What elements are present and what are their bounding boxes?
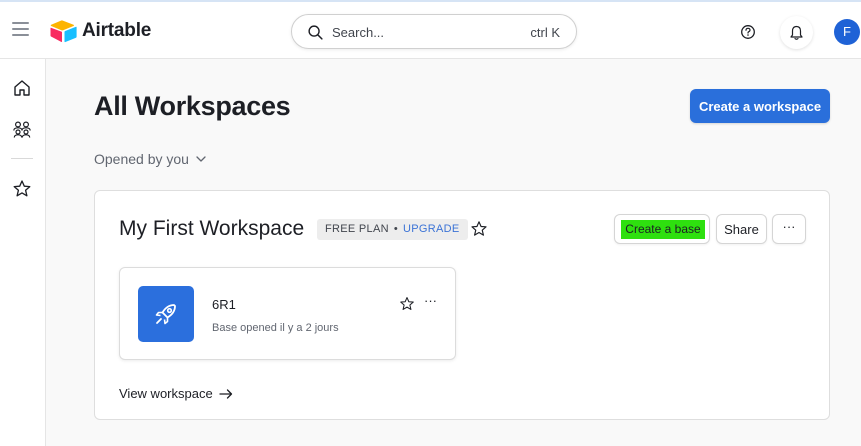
base-star-icon[interactable] bbox=[399, 296, 415, 317]
search-placeholder: Search... bbox=[332, 25, 385, 40]
base-last-opened: Base opened il y a 2 jours bbox=[212, 322, 339, 334]
search-icon bbox=[308, 25, 323, 40]
help-icon bbox=[741, 25, 755, 39]
view-workspace-link[interactable]: View workspace bbox=[119, 386, 233, 401]
base-card[interactable]: 6R1 Base opened il y a 2 jours ··· bbox=[119, 267, 456, 360]
workspace-name[interactable]: My First Workspace bbox=[119, 217, 304, 241]
create-base-button[interactable]: Create a base bbox=[614, 214, 710, 244]
sort-filter-label: Opened by you bbox=[94, 151, 189, 167]
rocket-icon bbox=[155, 304, 176, 325]
base-more-button[interactable]: ··· bbox=[424, 293, 437, 308]
create-workspace-button[interactable]: Create a workspace bbox=[690, 89, 830, 123]
chevron-down-icon bbox=[196, 156, 206, 162]
search-input[interactable]: Search... ctrl K bbox=[291, 14, 577, 49]
share-button[interactable]: Share bbox=[716, 214, 767, 244]
home-icon[interactable] bbox=[12, 78, 32, 98]
view-workspace-label: View workspace bbox=[119, 386, 213, 401]
star-icon[interactable] bbox=[12, 179, 32, 199]
plan-separator: • bbox=[393, 223, 398, 235]
plan-label: FREE PLAN bbox=[325, 223, 389, 235]
help-button[interactable] bbox=[737, 21, 759, 43]
create-base-label: Create a base bbox=[621, 220, 705, 239]
upgrade-link[interactable]: UPGRADE bbox=[403, 223, 460, 235]
base-name: 6R1 bbox=[212, 297, 236, 312]
sort-filter-dropdown[interactable]: Opened by you bbox=[94, 151, 206, 167]
menu-icon[interactable] bbox=[12, 22, 29, 36]
sidebar bbox=[0, 59, 46, 446]
notifications-button[interactable] bbox=[780, 16, 813, 49]
plan-badge: FREE PLAN • UPGRADE bbox=[317, 219, 468, 240]
avatar[interactable]: F bbox=[834, 19, 860, 45]
app-name: Airtable bbox=[82, 20, 152, 41]
search-shortcut: ctrl K bbox=[530, 25, 560, 40]
sidebar-divider bbox=[11, 158, 33, 159]
top-bar: Airtable Search... ctrl K F bbox=[0, 0, 861, 59]
bell-icon bbox=[790, 25, 803, 40]
workspace-card: My First Workspace FREE PLAN • UPGRADE Cre… bbox=[94, 190, 830, 420]
airtable-logo-icon bbox=[50, 20, 77, 43]
arrow-right-icon bbox=[219, 388, 232, 399]
base-icon bbox=[138, 286, 194, 342]
workspace-star-icon[interactable] bbox=[470, 220, 488, 243]
workspaces-icon[interactable] bbox=[12, 119, 32, 139]
page-title: All Workspaces bbox=[94, 91, 291, 121]
airtable-logo[interactable]: Airtable bbox=[50, 19, 151, 43]
workspace-more-button[interactable]: ··· bbox=[772, 214, 806, 244]
